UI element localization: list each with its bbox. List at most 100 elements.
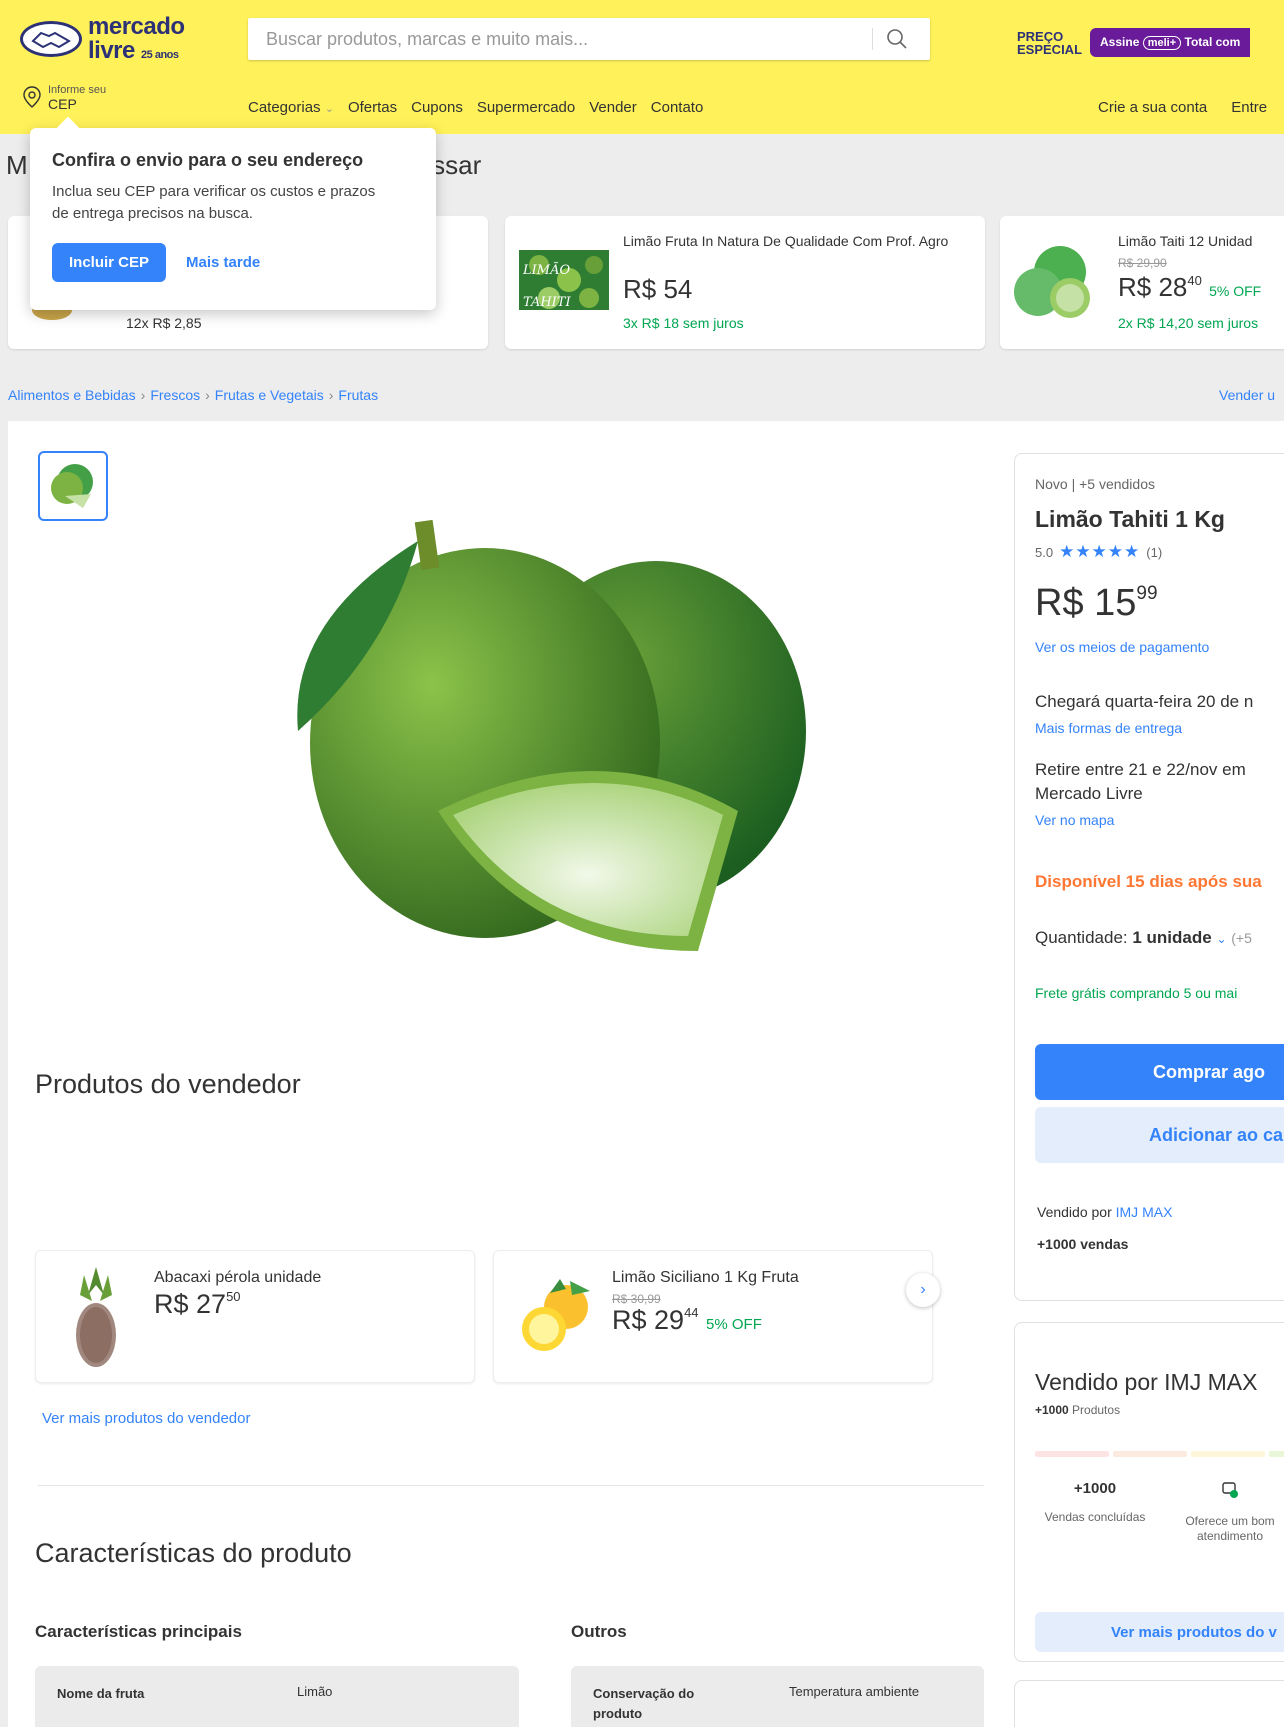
rec-price: R$ 2840 5% OFF bbox=[1118, 272, 1262, 302]
attribute-key: Nome da fruta bbox=[57, 1686, 145, 1701]
discount-badge: 5% OFF bbox=[706, 1316, 762, 1333]
rec-price: R$ 54 bbox=[623, 274, 693, 304]
location-pin-icon bbox=[23, 86, 41, 108]
rating-value: 5.0 bbox=[1035, 544, 1054, 560]
breadcrumb-item[interactable]: Frutas e Vegetais bbox=[215, 387, 324, 403]
lemon-image bbox=[510, 1277, 600, 1368]
other-characteristics-title: Outros bbox=[571, 1622, 627, 1641]
product-hero-image[interactable] bbox=[268, 481, 868, 1001]
product-image: LIMÃO TAHITI bbox=[519, 250, 609, 310]
nav-supermercado[interactable]: Supermercado bbox=[477, 99, 575, 116]
include-cep-button[interactable]: Incluir CEP bbox=[52, 243, 167, 282]
seller-product-title: Limão Siciliano 1 Kg Fruta bbox=[612, 1269, 799, 1286]
section-divider bbox=[38, 1485, 984, 1486]
see-more-seller-products-button[interactable]: Ver mais produtos do v bbox=[1035, 1612, 1284, 1652]
quantity-selector[interactable]: Quantidade: 1 unidade ⌄ (+5 bbox=[1035, 928, 1252, 948]
star-icons: ★★★★★ bbox=[1059, 542, 1141, 561]
rec-title: Limão Fruta In Natura De Qualidade Com P… bbox=[623, 233, 949, 249]
logo-text-livre: livre bbox=[88, 37, 135, 64]
cep-hint: Informe seu bbox=[48, 84, 107, 96]
nav-contato[interactable]: Contato bbox=[651, 99, 704, 116]
reputation-thermometer bbox=[1035, 1451, 1284, 1457]
meli-plus-banner[interactable]: Assine meli+ Total com bbox=[1090, 28, 1251, 57]
meli-plus-promo[interactable]: PREÇO ESPECIAL Assine meli+ Total com bbox=[1017, 28, 1251, 57]
sold-by: Vendido por IMJ MAX bbox=[1037, 1204, 1173, 1220]
payment-methods-link[interactable]: Ver os meios de pagamento bbox=[1035, 639, 1209, 655]
cep-selector[interactable]: Informe seu CEP bbox=[22, 84, 106, 112]
buy-now-button[interactable]: Comprar ago bbox=[1035, 1044, 1284, 1100]
seller-product-price: R$ 2944 5% OFF bbox=[612, 1305, 762, 1335]
account-nav: Crie a sua conta Entre bbox=[1098, 99, 1267, 116]
see-more-seller-products-link[interactable]: Ver mais produtos do vendedor bbox=[42, 1410, 250, 1427]
seller-link[interactable]: IMJ MAX bbox=[1116, 1204, 1173, 1220]
seller-product-card[interactable]: Limão Siciliano 1 Kg Fruta R$ 30,99 R$ 2… bbox=[493, 1250, 933, 1383]
breadcrumb-item[interactable]: Frescos bbox=[150, 387, 200, 403]
popover-title: Confira o envio para o seu endereço bbox=[52, 150, 364, 170]
create-account-link[interactable]: Crie a sua conta bbox=[1098, 99, 1207, 116]
breadcrumb: Alimentos e Bebidas › Frescos › Frutas e Veg… bbox=[8, 387, 379, 403]
cep-label: CEP bbox=[48, 96, 77, 112]
seller-info-box: Vendido por IMJ MAX +1000 Produtos +1000… bbox=[1014, 1322, 1284, 1662]
product-price: R$ 1599 bbox=[1035, 582, 1158, 624]
carousel-next-button[interactable]: › bbox=[906, 1273, 940, 1307]
seller-info-title: Vendido por IMJ MAX bbox=[1035, 1369, 1258, 1395]
seller-product-title: Abacaxi pérola unidade bbox=[154, 1269, 322, 1286]
next-section-card bbox=[1014, 1680, 1284, 1727]
good-service-stat: Oferece um bom atendimento bbox=[1165, 1481, 1284, 1544]
search-input[interactable] bbox=[248, 18, 868, 60]
logo-text-mercado: mercado bbox=[88, 13, 185, 40]
free-shipping-notice: Frete grátis comprando 5 ou mai bbox=[1035, 985, 1238, 1001]
rec-title: Limão Taiti 12 Unidad bbox=[1118, 233, 1253, 249]
login-link[interactable]: Entre bbox=[1231, 99, 1267, 116]
nav-cupons[interactable]: Cupons bbox=[411, 99, 463, 116]
seller-product-card[interactable]: Abacaxi pérola unidade R$ 2750 bbox=[35, 1250, 475, 1383]
cep-popover: Confira o envio para o seu endereço Incl… bbox=[30, 128, 436, 310]
chevron-down-icon: ⌄ bbox=[324, 103, 334, 115]
rec-old-price: R$ 29,90 bbox=[1118, 256, 1167, 270]
product-image-label: TAHITI bbox=[523, 295, 571, 310]
sell-similar-link[interactable]: Vender u bbox=[1219, 387, 1275, 403]
completed-sales-stat: +1000 Vendas concluídas bbox=[1044, 1480, 1146, 1524]
main-nav: Categorias ⌄ Ofertas Cupons Supermercado… bbox=[248, 99, 703, 116]
rec-installments: 2x R$ 14,20 sem juros bbox=[1118, 315, 1259, 331]
rec-installments: 12x R$ 2,85 bbox=[126, 315, 202, 331]
product-rating[interactable]: 5.0 ★★★★★ (1) bbox=[1035, 542, 1162, 562]
main-characteristics-title: Características principais bbox=[35, 1622, 242, 1641]
breadcrumb-item[interactable]: Alimentos e Bebidas bbox=[8, 387, 136, 403]
buy-box: Novo | +5 vendidos Limão Tahiti 1 Kg 5.0… bbox=[1014, 453, 1284, 1301]
seller-product-price: R$ 2750 bbox=[154, 1289, 241, 1319]
mercado-livre-logo[interactable]: mercado livre 25 anos bbox=[20, 14, 220, 64]
chat-check-icon bbox=[1165, 1481, 1284, 1502]
product-title: Limão Tahiti 1 Kg bbox=[1035, 506, 1225, 532]
rec-card[interactable]: LIMÃO TAHITI Limão Fruta In Natura De Qu… bbox=[505, 216, 985, 349]
search-divider bbox=[872, 28, 873, 50]
chevron-right-icon: › bbox=[920, 1281, 926, 1298]
more-delivery-options-link[interactable]: Mais formas de entrega bbox=[1035, 720, 1182, 736]
pickup-info: Retire entre 21 e 22/nov em Mercado Livr… bbox=[1035, 760, 1246, 803]
gallery-thumbnail[interactable] bbox=[38, 451, 108, 521]
handshake-icon bbox=[20, 21, 82, 57]
attribute-value: Temperatura ambiente bbox=[789, 1684, 920, 1699]
chevron-down-icon: ⌄ bbox=[1216, 932, 1227, 946]
seller-sales: +1000 vendas bbox=[1037, 1236, 1129, 1252]
add-to-cart-button[interactable]: Adicionar ao car bbox=[1035, 1107, 1284, 1163]
breadcrumb-item[interactable]: Frutas bbox=[338, 387, 378, 403]
seller-products-count: +1000 Produtos bbox=[1035, 1403, 1121, 1417]
logo-badge: 25 anos bbox=[141, 49, 179, 61]
attribute-row: Nome da fruta Limão bbox=[35, 1666, 519, 1727]
header: mercado livre 25 anos PREÇO ESPECIAL Ass… bbox=[0, 0, 1284, 134]
nav-ofertas[interactable]: Ofertas bbox=[348, 99, 397, 116]
delivery-estimate: Chegará quarta-feira 20 de n bbox=[1035, 692, 1254, 711]
search-icon[interactable] bbox=[884, 26, 914, 52]
attribute-key: Conservação do produto bbox=[593, 1686, 695, 1721]
nav-categorias[interactable]: Categorias ⌄ bbox=[248, 99, 334, 116]
rec-card[interactable]: Limão Taiti 12 Unidad R$ 29,90 R$ 2840 5… bbox=[1000, 216, 1284, 349]
attribute-row: Conservação do produto Temperatura ambie… bbox=[571, 1666, 984, 1727]
pineapple-image bbox=[66, 1265, 126, 1374]
later-button[interactable]: Mais tarde bbox=[186, 254, 260, 271]
nav-vender[interactable]: Vender bbox=[589, 99, 637, 116]
product-condition: Novo | +5 vendidos bbox=[1035, 476, 1155, 492]
see-on-map-link[interactable]: Ver no mapa bbox=[1035, 812, 1114, 828]
product-image-label: LIMÃO bbox=[522, 262, 570, 278]
attribute-value: Limão bbox=[297, 1684, 333, 1699]
